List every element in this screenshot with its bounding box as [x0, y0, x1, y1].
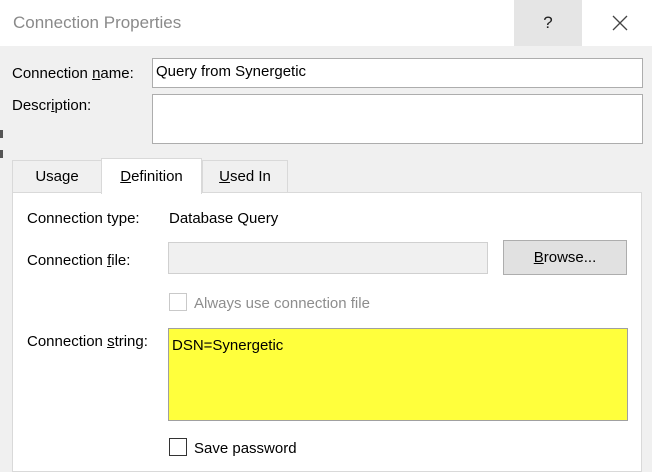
tab-used-in-label: Used In	[219, 168, 271, 185]
connection-name-label: Connection name:	[12, 65, 134, 82]
connection-type-value: Database Query	[169, 210, 279, 227]
background-window-edge	[0, 130, 3, 138]
connection-string-value: DSN=Synergetic	[172, 337, 284, 354]
tab-definition[interactable]: Definition	[101, 158, 202, 194]
always-use-connection-file-checkbox[interactable]	[169, 293, 187, 311]
browse-button[interactable]: Browse...	[503, 240, 627, 275]
save-password-checkbox[interactable]	[169, 438, 187, 456]
help-icon: ?	[543, 13, 553, 32]
title-bar: Connection Properties ?	[0, 0, 652, 46]
help-button[interactable]: ?	[514, 0, 582, 46]
tab-used-in[interactable]: Used In	[202, 160, 288, 192]
connection-string-label: Connection string:	[27, 333, 148, 350]
tab-definition-label: Definition	[120, 168, 183, 185]
save-password-label: Save password	[194, 440, 297, 457]
window-title: Connection Properties	[13, 13, 182, 32]
connection-file-label: Connection file:	[27, 252, 131, 269]
always-use-connection-file-label: Always use connection file	[194, 295, 370, 312]
description-label: Description:	[12, 97, 92, 114]
connection-string-field[interactable]: DSN=Synergetic	[168, 328, 628, 421]
tab-usage-label: Usage	[35, 168, 79, 185]
close-button[interactable]	[588, 0, 652, 46]
background-window-edge	[0, 150, 3, 158]
browse-button-label: Browse...	[533, 249, 597, 266]
tab-usage[interactable]: Usage	[12, 160, 102, 192]
description-field[interactable]	[152, 94, 643, 144]
connection-name-field[interactable]: Query from Synergetic	[152, 58, 643, 88]
connection-name-value: Query from Synergetic	[156, 63, 307, 80]
connection-file-field[interactable]	[168, 242, 488, 274]
close-icon	[612, 15, 628, 31]
connection-type-label: Connection type:	[27, 210, 140, 227]
